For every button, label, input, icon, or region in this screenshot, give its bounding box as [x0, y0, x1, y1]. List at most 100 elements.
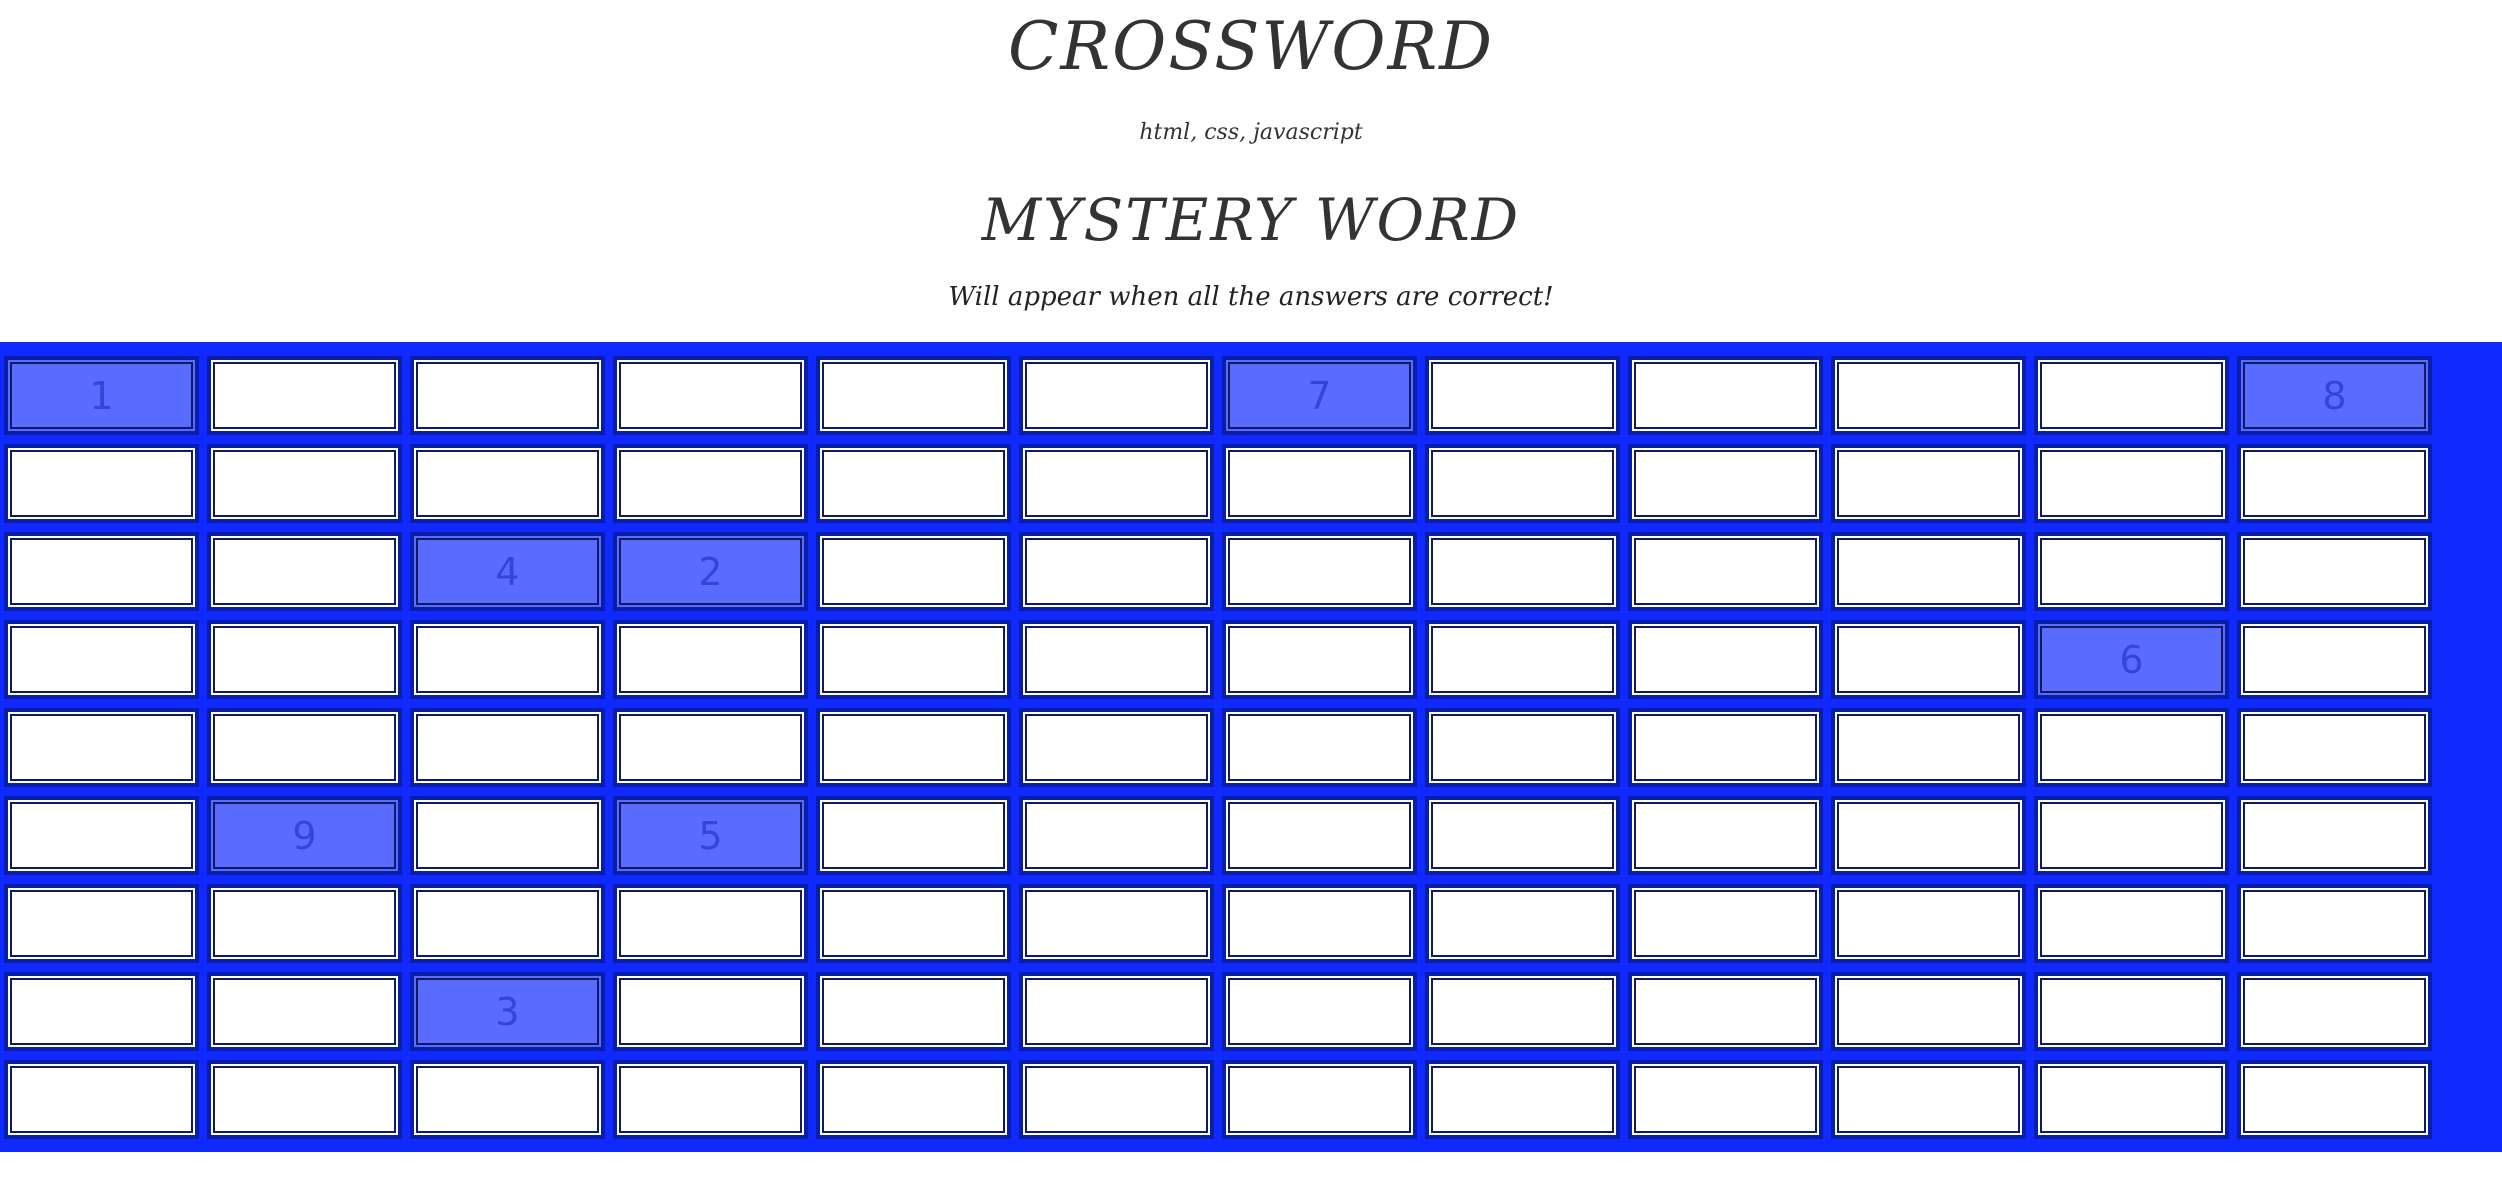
crossword-cell[interactable]: [2034, 796, 2229, 875]
crossword-cell[interactable]: [1831, 620, 2026, 699]
crossword-cell[interactable]: [207, 356, 402, 435]
crossword-cell[interactable]: [410, 444, 605, 523]
crossword-cell[interactable]: [1019, 444, 1214, 523]
crossword-clue-cell[interactable]: 8: [2237, 356, 2432, 435]
crossword-cell[interactable]: [2034, 532, 2229, 611]
crossword-cell[interactable]: [613, 356, 808, 435]
crossword-cell[interactable]: [1019, 532, 1214, 611]
crossword-cell[interactable]: [816, 708, 1011, 787]
crossword-cell[interactable]: [1425, 972, 1620, 1051]
crossword-cell[interactable]: [613, 884, 808, 963]
crossword-cell[interactable]: [1628, 444, 1823, 523]
crossword-cell[interactable]: [1019, 1060, 1214, 1139]
crossword-cell[interactable]: [2034, 972, 2229, 1051]
crossword-cell[interactable]: [4, 1060, 199, 1139]
crossword-cell[interactable]: [4, 884, 199, 963]
crossword-cell[interactable]: [1628, 972, 1823, 1051]
crossword-cell[interactable]: [4, 532, 199, 611]
crossword-cell[interactable]: [2034, 444, 2229, 523]
crossword-cell[interactable]: [1425, 620, 1620, 699]
crossword-cell[interactable]: [4, 620, 199, 699]
crossword-cell[interactable]: [816, 532, 1011, 611]
crossword-cell[interactable]: [1425, 444, 1620, 523]
crossword-cell[interactable]: [1019, 708, 1214, 787]
crossword-cell[interactable]: [1831, 532, 2026, 611]
crossword-cell[interactable]: [613, 708, 808, 787]
crossword-cell[interactable]: [1628, 620, 1823, 699]
crossword-cell[interactable]: [1831, 356, 2026, 435]
crossword-cell[interactable]: [1831, 708, 2026, 787]
crossword-cell[interactable]: [1628, 708, 1823, 787]
crossword-cell[interactable]: [816, 972, 1011, 1051]
crossword-cell[interactable]: [410, 620, 605, 699]
crossword-cell[interactable]: [1425, 1060, 1620, 1139]
crossword-cell[interactable]: [1425, 884, 1620, 963]
crossword-cell[interactable]: [410, 1060, 605, 1139]
crossword-cell[interactable]: [207, 532, 402, 611]
crossword-clue-cell[interactable]: 4: [410, 532, 605, 611]
crossword-cell[interactable]: [1831, 796, 2026, 875]
crossword-cell[interactable]: [2034, 356, 2229, 435]
crossword-cell[interactable]: [410, 708, 605, 787]
crossword-cell[interactable]: [1831, 1060, 2026, 1139]
crossword-cell[interactable]: [1019, 620, 1214, 699]
crossword-cell[interactable]: [1425, 708, 1620, 787]
crossword-cell[interactable]: [2237, 884, 2432, 963]
crossword-cell[interactable]: [613, 444, 808, 523]
crossword-cell[interactable]: [1019, 796, 1214, 875]
crossword-cell[interactable]: [1222, 620, 1417, 699]
crossword-cell[interactable]: [2237, 708, 2432, 787]
crossword-clue-cell[interactable]: 2: [613, 532, 808, 611]
crossword-cell[interactable]: [1222, 532, 1417, 611]
crossword-clue-cell[interactable]: 3: [410, 972, 605, 1051]
crossword-cell[interactable]: [1831, 884, 2026, 963]
crossword-cell[interactable]: [1019, 972, 1214, 1051]
crossword-cell[interactable]: [207, 972, 402, 1051]
crossword-clue-cell[interactable]: 6: [2034, 620, 2229, 699]
crossword-cell[interactable]: [613, 620, 808, 699]
crossword-cell[interactable]: [1425, 532, 1620, 611]
crossword-cell[interactable]: [613, 972, 808, 1051]
crossword-cell[interactable]: [410, 796, 605, 875]
crossword-cell[interactable]: [1628, 532, 1823, 611]
crossword-cell[interactable]: [816, 1060, 1011, 1139]
crossword-cell[interactable]: [207, 444, 402, 523]
crossword-cell[interactable]: [1222, 444, 1417, 523]
crossword-cell[interactable]: [1222, 884, 1417, 963]
crossword-cell[interactable]: [1628, 884, 1823, 963]
crossword-cell[interactable]: [1425, 356, 1620, 435]
crossword-cell[interactable]: [2237, 444, 2432, 523]
crossword-cell[interactable]: [1019, 884, 1214, 963]
crossword-cell[interactable]: [816, 444, 1011, 523]
crossword-cell[interactable]: [1222, 1060, 1417, 1139]
crossword-cell[interactable]: [613, 1060, 808, 1139]
crossword-cell[interactable]: [2034, 708, 2229, 787]
crossword-cell[interactable]: [1222, 796, 1417, 875]
crossword-cell[interactable]: [4, 444, 199, 523]
crossword-cell[interactable]: [410, 884, 605, 963]
crossword-cell[interactable]: [816, 884, 1011, 963]
crossword-cell[interactable]: [2034, 1060, 2229, 1139]
crossword-clue-cell[interactable]: 1: [4, 356, 199, 435]
crossword-cell[interactable]: [1425, 796, 1620, 875]
crossword-cell[interactable]: [1628, 356, 1823, 435]
crossword-cell[interactable]: [4, 796, 199, 875]
crossword-clue-cell[interactable]: 9: [207, 796, 402, 875]
crossword-cell[interactable]: [410, 356, 605, 435]
crossword-cell[interactable]: [816, 620, 1011, 699]
crossword-cell[interactable]: [816, 796, 1011, 875]
crossword-cell[interactable]: [1831, 972, 2026, 1051]
crossword-cell[interactable]: [2237, 620, 2432, 699]
crossword-cell[interactable]: [1222, 972, 1417, 1051]
crossword-cell[interactable]: [1222, 708, 1417, 787]
crossword-cell[interactable]: [2237, 1060, 2432, 1139]
crossword-cell[interactable]: [207, 1060, 402, 1139]
crossword-cell[interactable]: [4, 708, 199, 787]
crossword-cell[interactable]: [1019, 356, 1214, 435]
crossword-cell[interactable]: [1628, 1060, 1823, 1139]
crossword-cell[interactable]: [207, 620, 402, 699]
crossword-cell[interactable]: [816, 356, 1011, 435]
crossword-cell[interactable]: [2237, 796, 2432, 875]
crossword-cell[interactable]: [1831, 444, 2026, 523]
crossword-cell[interactable]: [2237, 972, 2432, 1051]
